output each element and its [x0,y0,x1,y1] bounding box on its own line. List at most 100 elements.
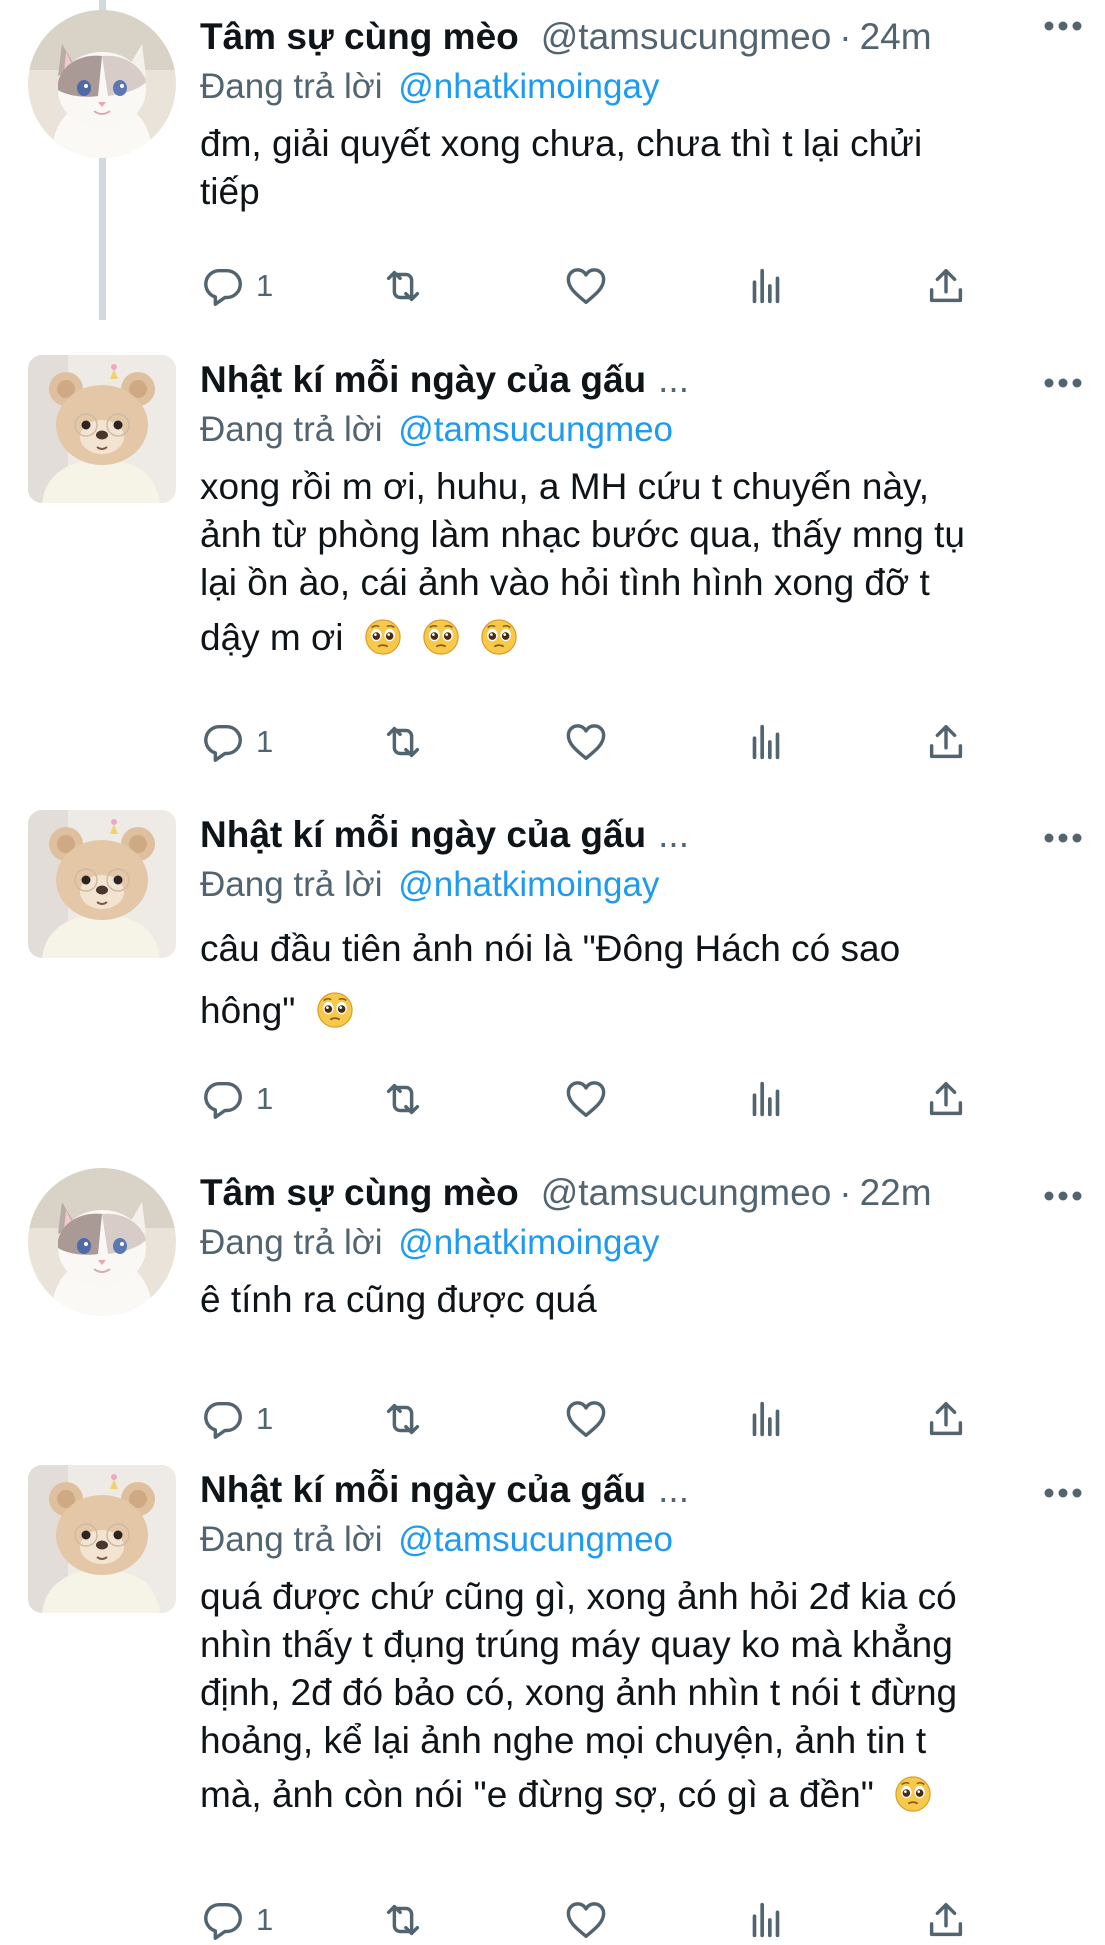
retweet-icon [380,1076,426,1122]
bear-avatar-icon[interactable] [28,1465,176,1613]
share-icon [923,1897,969,1943]
reply-count: 1 [256,1081,274,1116]
timestamp[interactable]: 24m [860,12,932,62]
display-name[interactable]: Nhật kí mỗi ngày của gấu [200,810,646,860]
views-button[interactable] [743,717,789,767]
more-options-icon[interactable] [1043,20,1083,32]
display-name[interactable]: Tâm sự cùng mèo [200,1168,519,1218]
user-handle[interactable]: @tamsucungmeo [541,1168,832,1218]
retweet-icon [380,263,426,309]
tweet-text-line: lại ồn ào, cái ảnh vào hỏi tình hình xon… [200,562,930,603]
more-options-icon[interactable] [1043,832,1083,844]
display-name[interactable]: Nhật kí mỗi ngày của gấu [200,355,646,405]
reply-to-handle[interactable]: @nhatkimoingay [398,67,659,106]
tweet-text: ê tính ra cũng được quá [200,1276,1075,1324]
reply-context: Đang trả lời @nhatkimoingay [200,860,1075,910]
retweet-icon [380,1396,426,1442]
retweet-button[interactable] [380,717,426,767]
display-name[interactable]: Tâm sự cùng mèo [200,12,519,62]
pleading-face-emoji-icon [316,991,354,1029]
tweet-text-line: hông" [200,990,296,1031]
views-button[interactable] [743,1074,789,1124]
views-icon [743,1396,789,1442]
share-button[interactable] [923,1074,969,1124]
separator-dot: · [839,16,852,57]
action-bar: 1 [0,261,1105,311]
share-icon [923,719,969,765]
separator-dot: · [839,1172,852,1213]
reply-to-handle[interactable]: @tamsucungmeo [398,1520,673,1559]
retweet-icon [380,1897,426,1943]
bear-avatar-icon[interactable] [28,810,176,958]
retweet-button[interactable] [380,1074,426,1124]
heart-icon [563,263,609,309]
bear-avatar-icon[interactable] [28,355,176,503]
reply-icon [200,1076,246,1122]
reply-count: 1 [256,724,274,759]
reply-prefix: Đang trả lời [200,1520,383,1559]
heart-icon [563,1897,609,1943]
tweet-text-line: hoảng, kể lại ảnh nghe mọi chuyện, ảnh t… [200,1720,927,1761]
reply-to-handle[interactable]: @nhatkimoingay [398,1223,659,1262]
tweet-text-line: mà, ảnh còn nói "e đừng sợ, có gì a đền" [200,1774,874,1815]
retweet-button[interactable] [380,261,426,311]
tweet-text-line: tiếp [200,171,260,212]
heart-icon [563,1076,609,1122]
views-icon [743,1076,789,1122]
more-options-icon[interactable] [1043,377,1083,389]
reply-button[interactable]: 1 [200,1895,273,1945]
reply-context: Đang trả lời @nhatkimoingay [200,62,1075,112]
pleading-face-emoji-icon [480,618,518,656]
tweet-text: xong rồi m ơi, huhu, a MH cứu t chuyến n… [200,463,1075,669]
share-button[interactable] [923,1895,969,1945]
share-icon [923,1076,969,1122]
tweet-text-line: câu đầu tiên ảnh nói là "Đông Hách có sa… [200,928,901,969]
views-button[interactable] [743,1394,789,1444]
tweet-text: câu đầu tiên ảnh nói là "Đông Hách có sa… [200,918,1075,1042]
retweet-button[interactable] [380,1394,426,1444]
reply-to-handle[interactable]: @nhatkimoingay [398,865,659,904]
reply-button[interactable]: 1 [200,1074,273,1124]
cat-avatar-icon[interactable] [28,10,176,158]
heart-icon [563,1396,609,1442]
heart-icon [563,719,609,765]
tweet-text: quá được chứ cũng gì, xong ảnh hỏi 2đ ki… [200,1573,1075,1825]
views-button[interactable] [743,261,789,311]
name-truncation: ... [658,359,689,400]
tweet-text-line: dậy m ơi [200,617,344,658]
tweet-text-line: ảnh từ phòng làm nhạc bước qua, thấy mng… [200,514,965,555]
reply-button[interactable]: 1 [200,717,273,767]
pleading-face-emoji-icon [894,1775,932,1813]
reply-icon [200,1897,246,1943]
reply-to-handle[interactable]: @tamsucungmeo [398,410,673,449]
like-button[interactable] [563,261,609,311]
reply-button[interactable]: 1 [200,1394,273,1444]
name-truncation: ... [658,1469,689,1510]
share-button[interactable] [923,261,969,311]
tweet-text-line: định, 2đ đó bảo có, xong ảnh nhìn t nói … [200,1672,958,1713]
more-options-icon[interactable] [1043,1487,1083,1499]
reply-prefix: Đang trả lời [200,410,383,449]
pleading-face-emoji-icon [364,618,402,656]
tweet-text-line: đm, giải quyết xong chưa, chưa thì t lại… [200,123,923,164]
action-bar: 1 [0,1895,1105,1945]
user-handle[interactable]: @tamsucungmeo [541,12,832,62]
display-name[interactable]: Nhật kí mỗi ngày của gấu [200,1465,646,1515]
cat-avatar-icon[interactable] [28,1168,176,1316]
share-button[interactable] [923,717,969,767]
tweet-text-line: quá được chứ cũng gì, xong ảnh hỏi 2đ ki… [200,1576,957,1617]
like-button[interactable] [563,1394,609,1444]
like-button[interactable] [563,1074,609,1124]
more-options-icon[interactable] [1043,1190,1083,1202]
timestamp[interactable]: 22m [860,1168,932,1218]
like-button[interactable] [563,717,609,767]
views-icon [743,263,789,309]
tweet-text: đm, giải quyết xong chưa, chưa thì t lại… [200,120,1075,216]
retweet-button[interactable] [380,1895,426,1945]
name-truncation: ... [658,814,689,855]
like-button[interactable] [563,1895,609,1945]
reply-context: Đang trả lời @nhatkimoingay [200,1218,1075,1268]
views-button[interactable] [743,1895,789,1945]
reply-button[interactable]: 1 [200,261,273,311]
share-button[interactable] [923,1394,969,1444]
